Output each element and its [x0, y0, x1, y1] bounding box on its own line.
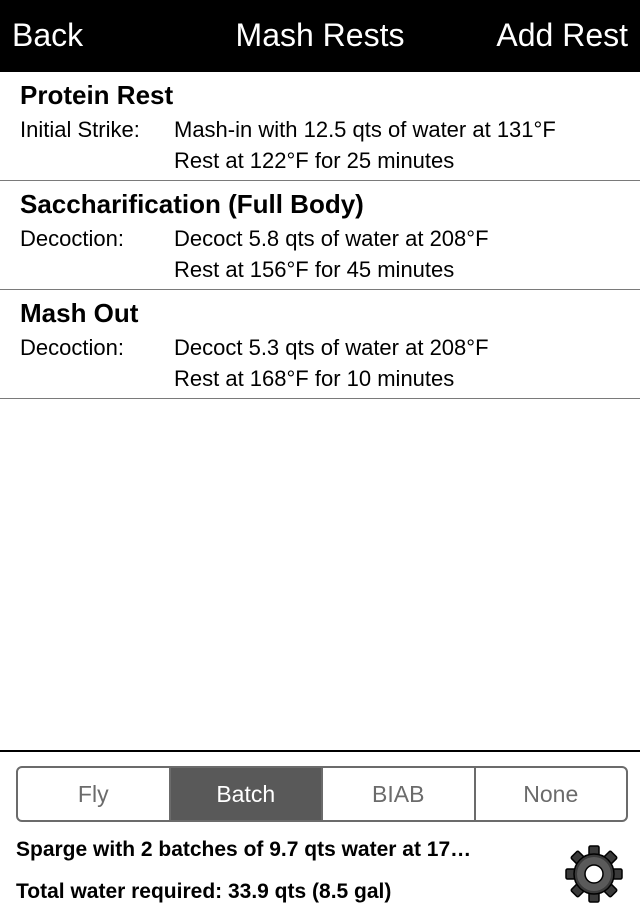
rest-water-instruction: Mash-in with 12.5 qts of water at 131°F	[174, 117, 556, 142]
rest-temperature-instruction: Rest at 122°F for 25 minutes	[174, 148, 455, 173]
navigation-bar: Back Mash Rests Add Rest	[0, 0, 640, 72]
segment-batch[interactable]: Batch	[170, 768, 323, 820]
mash-rest-row[interactable]: Protein Rest Initial Strike: Mash-in wit…	[0, 72, 640, 181]
segment-none[interactable]: None	[476, 768, 627, 820]
rest-temperature-instruction: Rest at 168°F for 10 minutes	[174, 366, 455, 391]
sparge-panel: Fly Batch BIAB None Sparge with 2 batche…	[0, 750, 640, 920]
rest-water-instruction: Decoct 5.8 qts of water at 208°F	[174, 226, 489, 251]
segment-biab[interactable]: BIAB	[323, 768, 476, 820]
rest-method: Initial Strike:	[20, 117, 140, 142]
rest-name: Saccharification (Full Body)	[20, 189, 364, 219]
sparge-method-segmented-control: Fly Batch BIAB None	[16, 766, 628, 822]
mash-rest-row[interactable]: Saccharification (Full Body) Decoction: …	[0, 181, 640, 290]
mash-rests-screen: Back Mash Rests Add Rest Protein Rest In…	[0, 0, 640, 920]
rest-water-instruction: Decoct 5.3 qts of water at 208°F	[174, 335, 489, 360]
total-water-required: Total water required: 33.9 qts (8.5 gal)	[16, 880, 392, 903]
mash-rest-list: Protein Rest Initial Strike: Mash-in wit…	[0, 72, 640, 399]
rest-name: Mash Out	[20, 298, 139, 328]
gear-icon	[565, 845, 623, 903]
sparge-description: Sparge with 2 batches of 9.7 qts water a…	[16, 838, 472, 861]
rest-temperature-instruction: Rest at 156°F for 45 minutes	[174, 257, 455, 282]
back-button[interactable]: Back	[12, 0, 83, 72]
add-rest-button[interactable]: Add Rest	[496, 0, 628, 72]
sparge-settings-button[interactable]	[564, 844, 624, 904]
rest-method: Decoction:	[20, 226, 124, 251]
segment-fly[interactable]: Fly	[18, 768, 171, 820]
mash-rest-row[interactable]: Mash Out Decoction: Decoct 5.3 qts of wa…	[0, 290, 640, 399]
rest-method: Decoction:	[20, 335, 124, 360]
rest-name: Protein Rest	[20, 80, 174, 110]
